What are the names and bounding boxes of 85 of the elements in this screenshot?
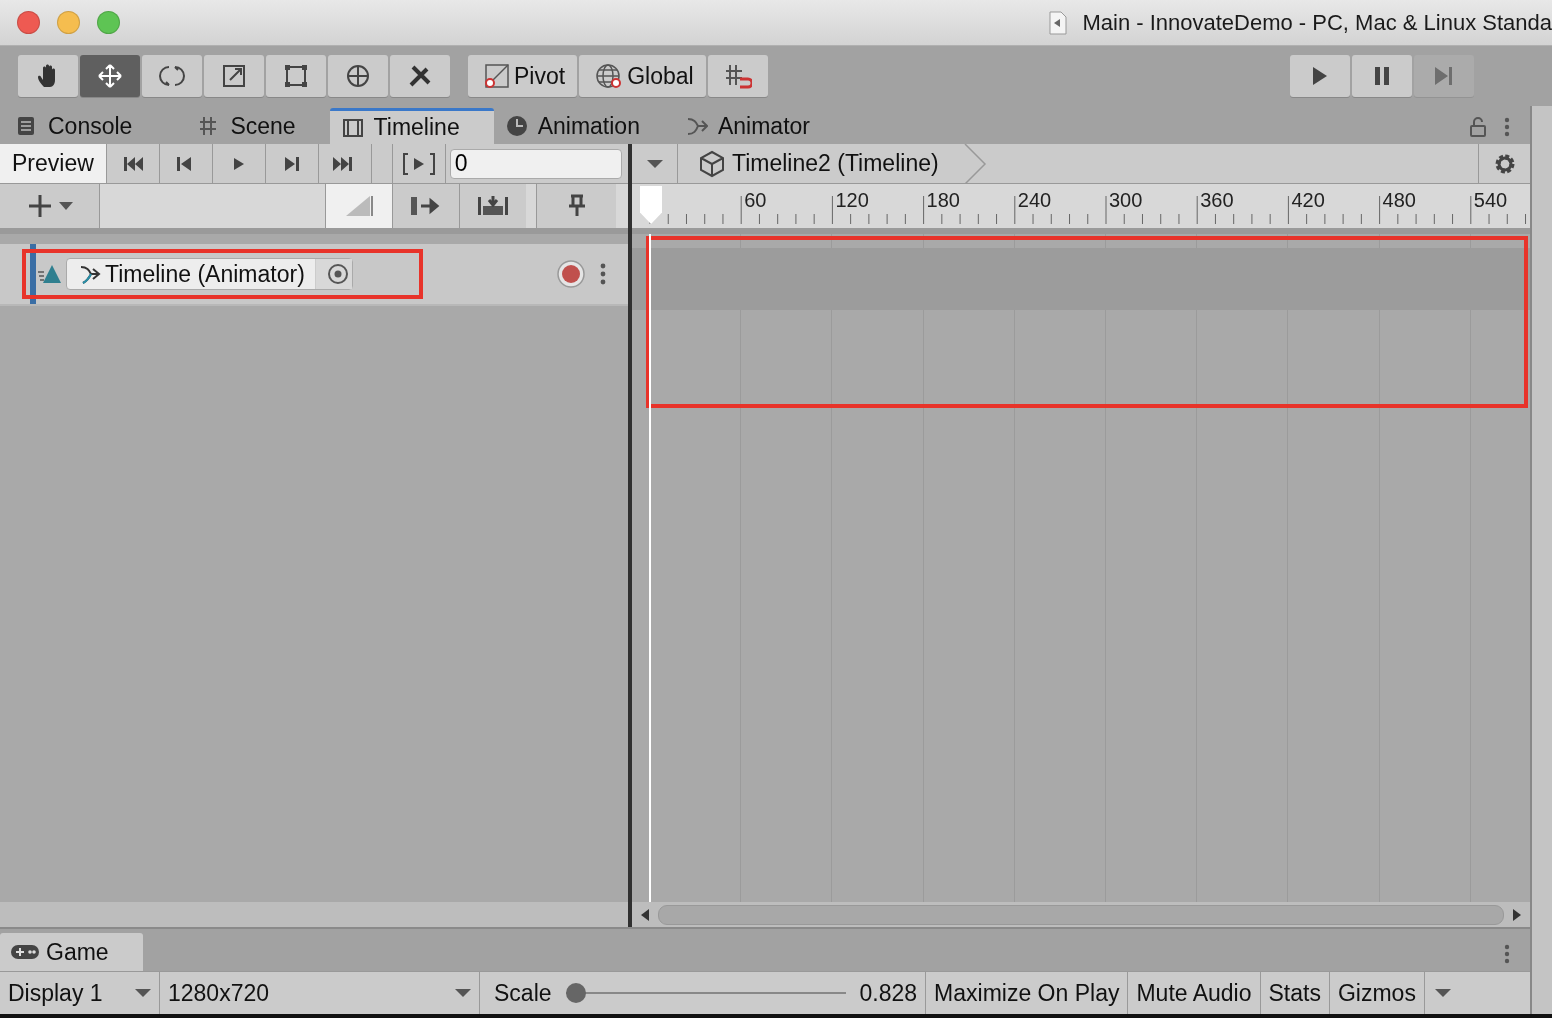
- tick-label: 360: [1200, 189, 1234, 212]
- tool-button[interactable]: [142, 55, 202, 97]
- move-icon: [97, 63, 123, 89]
- cube-icon: [698, 149, 726, 178]
- tick-label: 60: [744, 189, 767, 212]
- scroll-left-icon: [640, 907, 650, 922]
- tool-button[interactable]: [266, 55, 326, 97]
- caret-icon: [646, 158, 663, 169]
- unity-file-icon: [1048, 10, 1069, 35]
- binding-name: Timeline (Animator): [105, 260, 305, 288]
- play-range-icon: [401, 151, 436, 176]
- scroll-right-icon: [1512, 907, 1522, 922]
- toggle-button[interactable]: Gizmos: [1329, 972, 1425, 1014]
- caret-icon: [455, 988, 471, 998]
- pivot-button[interactable]: Pivot: [468, 55, 578, 97]
- transform-icon: [345, 63, 371, 89]
- animation-track-icon: [36, 263, 62, 285]
- display-dropdown[interactable]: Display 1: [0, 972, 160, 1014]
- scale-value: 0.828: [859, 979, 918, 1007]
- tool-button[interactable]: [204, 55, 264, 97]
- scroll-thumb[interactable]: [658, 904, 1504, 925]
- replace-icon: [476, 194, 510, 218]
- window-title: Main - InnovateDemo - PC, Mac & Linux Standa: [1082, 9, 1552, 36]
- preview-button[interactable]: Preview: [0, 144, 107, 183]
- clock-icon: [505, 115, 528, 137]
- slider-thumb[interactable]: [565, 983, 586, 1003]
- grid-magnet-icon: [723, 63, 752, 89]
- target-icon: [326, 263, 349, 285]
- branch-icon: [685, 115, 708, 137]
- tick-label: 540: [1473, 189, 1508, 212]
- scale-label: Scale: [494, 979, 552, 1007]
- horizontal-scrollbar[interactable]: [632, 902, 1530, 927]
- add-track-button[interactable]: [0, 184, 100, 228]
- playhead[interactable]: [649, 234, 652, 902]
- tool-button[interactable]: [390, 55, 450, 97]
- pin-icon: [566, 194, 587, 218]
- caret-icon: [58, 201, 73, 211]
- panel-tab[interactable]: Animation: [493, 108, 674, 144]
- tool-button[interactable]: [18, 55, 78, 97]
- tool-button[interactable]: [80, 55, 140, 97]
- frame-field[interactable]: 0: [449, 148, 622, 179]
- more-icon: [1502, 116, 1512, 138]
- game-tab[interactable]: Game: [0, 933, 143, 971]
- play-button[interactable]: [1290, 55, 1350, 97]
- lock-track-button[interactable]: [536, 184, 616, 228]
- tick-label: 120: [835, 189, 869, 212]
- binding-field[interactable]: Timeline (Animator): [66, 258, 353, 290]
- close-button[interactable]: [17, 11, 40, 34]
- toggle-button[interactable]: Maximize On Play: [926, 972, 1129, 1014]
- record-icon: [556, 259, 586, 289]
- panel-tab[interactable]: Timeline: [329, 108, 494, 144]
- animator-icon: [79, 263, 101, 285]
- tick-label: 480: [1382, 189, 1416, 212]
- ripple-mode-button[interactable]: [392, 184, 459, 228]
- caret-icon: [1434, 988, 1451, 998]
- tick-label: 240: [1017, 189, 1052, 212]
- snap-button[interactable]: [707, 55, 768, 97]
- rotate-icon: [159, 63, 185, 89]
- ramp-icon: [344, 194, 374, 218]
- record-button[interactable]: [556, 259, 586, 289]
- replace-mode-button[interactable]: [459, 184, 526, 228]
- global-button[interactable]: Global: [579, 55, 706, 97]
- pivot-icon: [484, 63, 510, 89]
- tick-label: 180: [926, 189, 960, 212]
- caret-icon: [135, 988, 151, 998]
- panel-tab[interactable]: Console: [4, 108, 167, 144]
- panel-tab[interactable]: Scene: [166, 108, 330, 144]
- resolution-dropdown[interactable]: 1280x720: [160, 972, 480, 1014]
- pause-button[interactable]: [1352, 55, 1412, 97]
- panel-tab[interactable]: Animator: [673, 108, 844, 144]
- toggle-button[interactable]: Mute Audio: [1128, 972, 1261, 1014]
- more-icon: [1502, 943, 1512, 965]
- globe-icon: [595, 63, 624, 89]
- lock-icon: [1468, 116, 1488, 138]
- tick-label: 300: [1109, 189, 1143, 212]
- track-color-bar: [30, 244, 36, 304]
- gamepad-icon: [10, 942, 40, 962]
- tick-label: 420: [1291, 189, 1325, 212]
- toggle-button[interactable]: Stats: [1260, 972, 1330, 1014]
- rect-tool-icon: [283, 63, 309, 89]
- more-icon: [598, 262, 608, 286]
- plus-icon: [26, 193, 53, 219]
- tool-button[interactable]: [328, 55, 388, 97]
- film-icon: [341, 116, 364, 139]
- scale-icon: [221, 63, 247, 89]
